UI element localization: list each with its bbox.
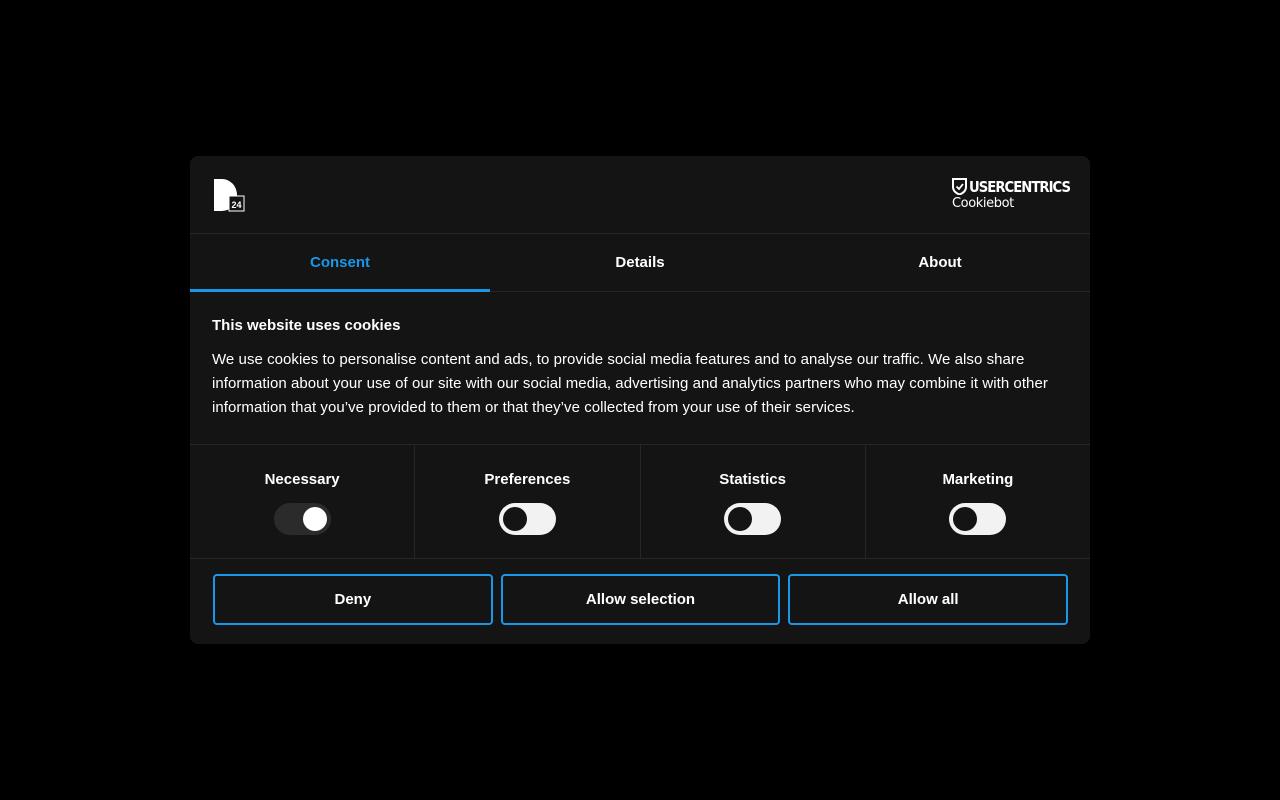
consent-title: This website uses cookies	[212, 317, 401, 334]
toggle-label-necessary: Necessary	[264, 471, 340, 488]
cookie-consent-dialog: 24 USERCENTRICS Cookiebot Consent Detail…	[190, 156, 1090, 644]
provider-product: Cookiebot	[952, 196, 1014, 211]
usercentrics-shield-icon	[952, 178, 967, 196]
brand-logo-text: 24	[231, 200, 241, 210]
allow-selection-button[interactable]: Allow selection	[500, 574, 781, 625]
toggle-knob	[502, 507, 527, 531]
allow-all-button[interactable]: Allow all	[788, 574, 1069, 625]
preferences-toggle[interactable]	[498, 503, 556, 535]
statistics-toggle[interactable]	[724, 503, 782, 535]
usercentrics-cookiebot-logo: USERCENTRICS Cookiebot	[952, 177, 1071, 213]
toggle-label-marketing: Marketing	[942, 471, 1014, 488]
tab-consent[interactable]: Consent	[190, 234, 490, 292]
toggle-cell-marketing: Marketing	[864, 445, 1090, 558]
toggle-knob	[728, 507, 753, 531]
deny-button[interactable]: Deny	[213, 574, 493, 625]
toggle-label-preferences: Preferences	[484, 471, 571, 488]
tab-details[interactable]: Details	[490, 234, 790, 291]
consent-body: This website uses cookies We use cookies…	[190, 292, 1090, 445]
toggle-cell-necessary: Necessary	[190, 445, 414, 558]
consent-description: We use cookies to personalise content an…	[212, 351, 1048, 416]
cookie-category-toggles: Necessary Preferences Statistics Marketi…	[190, 445, 1090, 559]
marketing-toggle[interactable]	[949, 503, 1007, 535]
toggle-cell-statistics: Statistics	[639, 445, 865, 558]
necessary-toggle[interactable]	[273, 503, 331, 535]
consent-buttons: Deny Allow selection Allow all	[190, 559, 1090, 625]
toggle-label-statistics: Statistics	[719, 471, 786, 488]
d24-logo-icon: 24	[213, 178, 245, 212]
provider-name: USERCENTRICS	[969, 177, 1071, 196]
dialog-tabs: Consent Details About	[190, 234, 1090, 292]
dialog-header: 24 USERCENTRICS Cookiebot	[190, 156, 1090, 234]
toggle-knob	[953, 507, 978, 531]
tab-about[interactable]: About	[790, 234, 1090, 291]
toggle-cell-preferences: Preferences	[414, 445, 639, 558]
toggle-knob	[302, 507, 327, 531]
